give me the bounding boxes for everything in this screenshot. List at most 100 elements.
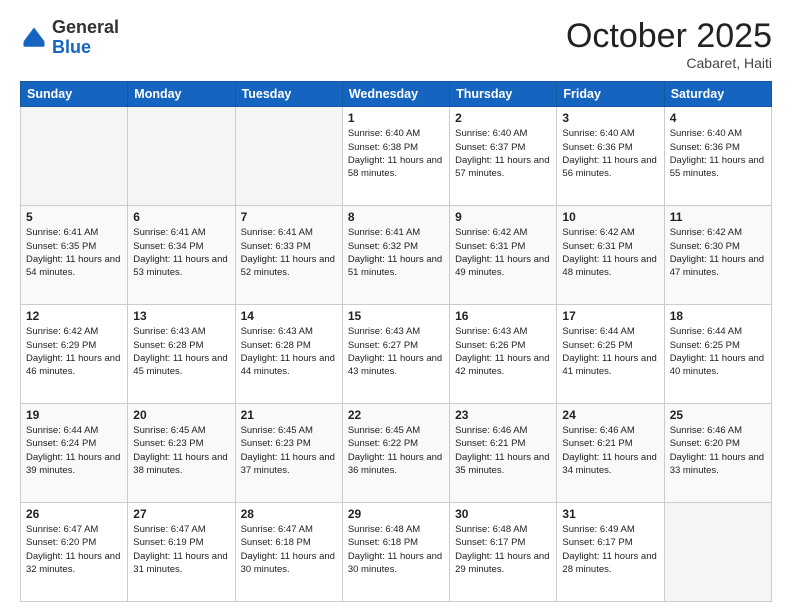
day-info: Sunrise: 6:46 AMSunset: 6:21 PMDaylight:… xyxy=(562,424,658,477)
day-info: Sunrise: 6:40 AMSunset: 6:36 PMDaylight:… xyxy=(562,127,658,180)
cell-0-5: 3 Sunrise: 6:40 AMSunset: 6:36 PMDayligh… xyxy=(557,107,664,206)
day-number: 11 xyxy=(670,210,766,224)
day-number: 6 xyxy=(133,210,229,224)
week-row-1: 5 Sunrise: 6:41 AMSunset: 6:35 PMDayligh… xyxy=(21,206,772,305)
day-info: Sunrise: 6:42 AMSunset: 6:31 PMDaylight:… xyxy=(455,226,551,279)
day-number: 26 xyxy=(26,507,122,521)
day-number: 8 xyxy=(348,210,444,224)
cell-0-3: 1 Sunrise: 6:40 AMSunset: 6:38 PMDayligh… xyxy=(342,107,449,206)
day-number: 9 xyxy=(455,210,551,224)
cell-4-3: 29 Sunrise: 6:48 AMSunset: 6:18 PMDaylig… xyxy=(342,503,449,602)
cell-0-1 xyxy=(128,107,235,206)
day-number: 14 xyxy=(241,309,337,323)
day-number: 4 xyxy=(670,111,766,125)
day-info: Sunrise: 6:48 AMSunset: 6:18 PMDaylight:… xyxy=(348,523,444,576)
cell-2-5: 17 Sunrise: 6:44 AMSunset: 6:25 PMDaylig… xyxy=(557,305,664,404)
day-number: 18 xyxy=(670,309,766,323)
day-number: 2 xyxy=(455,111,551,125)
week-row-4: 26 Sunrise: 6:47 AMSunset: 6:20 PMDaylig… xyxy=(21,503,772,602)
cell-1-2: 7 Sunrise: 6:41 AMSunset: 6:33 PMDayligh… xyxy=(235,206,342,305)
day-info: Sunrise: 6:48 AMSunset: 6:17 PMDaylight:… xyxy=(455,523,551,576)
day-number: 25 xyxy=(670,408,766,422)
cell-1-1: 6 Sunrise: 6:41 AMSunset: 6:34 PMDayligh… xyxy=(128,206,235,305)
cell-2-2: 14 Sunrise: 6:43 AMSunset: 6:28 PMDaylig… xyxy=(235,305,342,404)
header-saturday: Saturday xyxy=(664,82,771,107)
cell-0-4: 2 Sunrise: 6:40 AMSunset: 6:37 PMDayligh… xyxy=(450,107,557,206)
cell-4-2: 28 Sunrise: 6:47 AMSunset: 6:18 PMDaylig… xyxy=(235,503,342,602)
cell-4-4: 30 Sunrise: 6:48 AMSunset: 6:17 PMDaylig… xyxy=(450,503,557,602)
logo-line1: General xyxy=(52,17,119,37)
day-number: 21 xyxy=(241,408,337,422)
cell-1-5: 10 Sunrise: 6:42 AMSunset: 6:31 PMDaylig… xyxy=(557,206,664,305)
weekday-header-row: Sunday Monday Tuesday Wednesday Thursday… xyxy=(21,82,772,107)
week-row-2: 12 Sunrise: 6:42 AMSunset: 6:29 PMDaylig… xyxy=(21,305,772,404)
day-info: Sunrise: 6:43 AMSunset: 6:27 PMDaylight:… xyxy=(348,325,444,378)
day-info: Sunrise: 6:43 AMSunset: 6:26 PMDaylight:… xyxy=(455,325,551,378)
logo: General Blue xyxy=(20,18,119,58)
cell-3-2: 21 Sunrise: 6:45 AMSunset: 6:23 PMDaylig… xyxy=(235,404,342,503)
cell-1-0: 5 Sunrise: 6:41 AMSunset: 6:35 PMDayligh… xyxy=(21,206,128,305)
cell-0-6: 4 Sunrise: 6:40 AMSunset: 6:36 PMDayligh… xyxy=(664,107,771,206)
day-info: Sunrise: 6:42 AMSunset: 6:31 PMDaylight:… xyxy=(562,226,658,279)
cell-3-5: 24 Sunrise: 6:46 AMSunset: 6:21 PMDaylig… xyxy=(557,404,664,503)
logo-text: General Blue xyxy=(52,18,119,58)
day-number: 27 xyxy=(133,507,229,521)
cell-1-6: 11 Sunrise: 6:42 AMSunset: 6:30 PMDaylig… xyxy=(664,206,771,305)
day-info: Sunrise: 6:47 AMSunset: 6:20 PMDaylight:… xyxy=(26,523,122,576)
cell-2-3: 15 Sunrise: 6:43 AMSunset: 6:27 PMDaylig… xyxy=(342,305,449,404)
day-number: 29 xyxy=(348,507,444,521)
calendar-table: Sunday Monday Tuesday Wednesday Thursday… xyxy=(20,81,772,602)
day-number: 10 xyxy=(562,210,658,224)
day-number: 3 xyxy=(562,111,658,125)
day-number: 1 xyxy=(348,111,444,125)
header-tuesday: Tuesday xyxy=(235,82,342,107)
day-number: 13 xyxy=(133,309,229,323)
header-sunday: Sunday xyxy=(21,82,128,107)
logo-line2: Blue xyxy=(52,37,91,57)
day-info: Sunrise: 6:45 AMSunset: 6:23 PMDaylight:… xyxy=(133,424,229,477)
month-title: October 2025 xyxy=(566,18,772,55)
day-info: Sunrise: 6:42 AMSunset: 6:30 PMDaylight:… xyxy=(670,226,766,279)
day-info: Sunrise: 6:47 AMSunset: 6:18 PMDaylight:… xyxy=(241,523,337,576)
header-thursday: Thursday xyxy=(450,82,557,107)
cell-2-6: 18 Sunrise: 6:44 AMSunset: 6:25 PMDaylig… xyxy=(664,305,771,404)
day-number: 28 xyxy=(241,507,337,521)
cell-3-3: 22 Sunrise: 6:45 AMSunset: 6:22 PMDaylig… xyxy=(342,404,449,503)
day-number: 12 xyxy=(26,309,122,323)
day-number: 31 xyxy=(562,507,658,521)
cell-0-2 xyxy=(235,107,342,206)
header-monday: Monday xyxy=(128,82,235,107)
day-info: Sunrise: 6:41 AMSunset: 6:32 PMDaylight:… xyxy=(348,226,444,279)
day-info: Sunrise: 6:40 AMSunset: 6:36 PMDaylight:… xyxy=(670,127,766,180)
calendar-body: 1 Sunrise: 6:40 AMSunset: 6:38 PMDayligh… xyxy=(21,107,772,602)
day-number: 30 xyxy=(455,507,551,521)
day-number: 23 xyxy=(455,408,551,422)
cell-4-1: 27 Sunrise: 6:47 AMSunset: 6:19 PMDaylig… xyxy=(128,503,235,602)
logo-icon xyxy=(20,24,48,52)
day-number: 5 xyxy=(26,210,122,224)
day-number: 17 xyxy=(562,309,658,323)
day-info: Sunrise: 6:40 AMSunset: 6:38 PMDaylight:… xyxy=(348,127,444,180)
cell-3-6: 25 Sunrise: 6:46 AMSunset: 6:20 PMDaylig… xyxy=(664,404,771,503)
cell-0-0 xyxy=(21,107,128,206)
cell-2-0: 12 Sunrise: 6:42 AMSunset: 6:29 PMDaylig… xyxy=(21,305,128,404)
day-number: 7 xyxy=(241,210,337,224)
calendar-header: Sunday Monday Tuesday Wednesday Thursday… xyxy=(21,82,772,107)
day-number: 24 xyxy=(562,408,658,422)
day-info: Sunrise: 6:41 AMSunset: 6:35 PMDaylight:… xyxy=(26,226,122,279)
cell-4-6 xyxy=(664,503,771,602)
day-number: 22 xyxy=(348,408,444,422)
day-number: 16 xyxy=(455,309,551,323)
day-info: Sunrise: 6:45 AMSunset: 6:22 PMDaylight:… xyxy=(348,424,444,477)
cell-1-3: 8 Sunrise: 6:41 AMSunset: 6:32 PMDayligh… xyxy=(342,206,449,305)
day-info: Sunrise: 6:41 AMSunset: 6:33 PMDaylight:… xyxy=(241,226,337,279)
page: General Blue October 2025 Cabaret, Haiti… xyxy=(0,0,792,612)
cell-4-5: 31 Sunrise: 6:49 AMSunset: 6:17 PMDaylig… xyxy=(557,503,664,602)
day-info: Sunrise: 6:46 AMSunset: 6:21 PMDaylight:… xyxy=(455,424,551,477)
title-area: October 2025 Cabaret, Haiti xyxy=(566,18,772,71)
day-number: 15 xyxy=(348,309,444,323)
cell-3-1: 20 Sunrise: 6:45 AMSunset: 6:23 PMDaylig… xyxy=(128,404,235,503)
cell-2-1: 13 Sunrise: 6:43 AMSunset: 6:28 PMDaylig… xyxy=(128,305,235,404)
location: Cabaret, Haiti xyxy=(566,55,772,71)
day-info: Sunrise: 6:47 AMSunset: 6:19 PMDaylight:… xyxy=(133,523,229,576)
